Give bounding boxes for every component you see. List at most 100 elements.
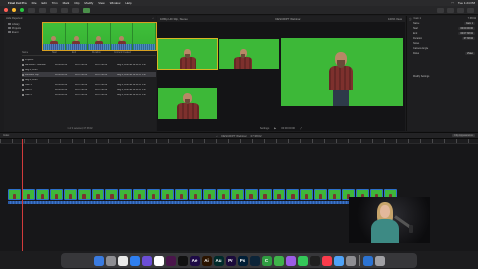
wifi-icon[interactable]: ◠ bbox=[451, 1, 454, 5]
lightroom-icon[interactable] bbox=[249, 255, 260, 266]
premiere-icon[interactable]: Pr bbox=[225, 255, 236, 266]
disclosure-icon[interactable] bbox=[22, 83, 24, 86]
obs-icon[interactable] bbox=[309, 255, 320, 266]
finder-icon[interactable] bbox=[93, 255, 104, 266]
menu-window[interactable]: Window bbox=[110, 1, 121, 5]
inspector-value[interactable]: 00:07:38:02 bbox=[458, 32, 475, 35]
column-header-created[interactable]: Content Created bbox=[114, 52, 144, 55]
chrome-icon[interactable] bbox=[117, 255, 128, 266]
browser-filter[interactable]: Hide Rejected bbox=[6, 17, 22, 20]
share-button[interactable] bbox=[467, 7, 474, 13]
inspector-value[interactable]: Cam 1 bbox=[463, 22, 475, 25]
audio-track[interactable] bbox=[8, 201, 397, 204]
timeline-clip[interactable] bbox=[119, 189, 133, 200]
timeline-clip[interactable] bbox=[230, 189, 244, 200]
timeline-clip[interactable] bbox=[49, 189, 63, 200]
viewer-settings-button[interactable]: Settings bbox=[260, 127, 269, 130]
angle-viewer-cam-2[interactable] bbox=[219, 39, 279, 69]
timeline-clip[interactable] bbox=[300, 189, 314, 200]
photos-audio-button[interactable] bbox=[39, 7, 46, 13]
timeline-clip[interactable] bbox=[258, 189, 272, 200]
folder-icon[interactable] bbox=[362, 255, 373, 266]
timeline-clip[interactable] bbox=[328, 189, 342, 200]
disclosure-icon[interactable] bbox=[22, 78, 24, 81]
timeline-clip[interactable] bbox=[286, 189, 300, 200]
zoom-window-button[interactable] bbox=[20, 8, 24, 12]
disclosure-icon[interactable] bbox=[22, 88, 24, 91]
inspector-value[interactable]: Video bbox=[464, 52, 475, 55]
menu-help[interactable]: Help bbox=[125, 1, 131, 5]
column-header-start[interactable]: Start bbox=[52, 52, 72, 55]
timeline-clip[interactable] bbox=[188, 189, 202, 200]
background-tasks-button[interactable] bbox=[83, 7, 90, 13]
timeline-clip[interactable] bbox=[77, 189, 91, 200]
minimize-window-button[interactable] bbox=[12, 8, 16, 12]
audition-icon[interactable]: Au bbox=[213, 255, 224, 266]
keyword-button[interactable] bbox=[72, 7, 79, 13]
timeline-clip[interactable] bbox=[161, 189, 175, 200]
timeline-toggle-button[interactable] bbox=[447, 7, 454, 13]
modify-settings-button[interactable]: Modify Settings bbox=[413, 75, 429, 78]
viewer-zoom[interactable]: 100% bbox=[388, 17, 395, 21]
launchpad-icon[interactable] bbox=[105, 255, 116, 266]
clip-appearance-button[interactable]: Clip Appearance bbox=[451, 134, 475, 137]
disclosure-icon[interactable] bbox=[22, 93, 24, 96]
menu-modify[interactable]: Modify bbox=[84, 1, 93, 5]
viewer-view-menu[interactable]: View bbox=[396, 17, 402, 21]
menu-trim[interactable]: Trim bbox=[52, 1, 58, 5]
final-cut-icon[interactable] bbox=[177, 255, 188, 266]
timeline-back-icon[interactable]: ‹ bbox=[216, 134, 217, 138]
menu-app-name[interactable]: Final Cut Pro bbox=[8, 1, 27, 5]
timeline-clip[interactable] bbox=[244, 189, 258, 200]
timeline-clip[interactable] bbox=[91, 189, 105, 200]
timeline-clip[interactable] bbox=[272, 189, 286, 200]
timeline-index-button[interactable]: Index bbox=[3, 134, 9, 137]
info-tab-icon[interactable]: ⓘ bbox=[409, 17, 412, 21]
descript-icon[interactable] bbox=[273, 255, 284, 266]
titles-generators-button[interactable] bbox=[50, 7, 57, 13]
messages-icon[interactable] bbox=[297, 255, 308, 266]
column-header-end[interactable]: End bbox=[72, 52, 92, 55]
timeline-clip[interactable] bbox=[105, 189, 119, 200]
inspector-toggle-button[interactable] bbox=[457, 7, 464, 13]
program-viewer[interactable] bbox=[281, 38, 403, 106]
menu-mark[interactable]: Mark bbox=[63, 1, 70, 5]
slack-icon[interactable] bbox=[165, 255, 176, 266]
libraries-toggle-button[interactable] bbox=[28, 7, 35, 13]
inspector-value[interactable]: 07:38:02 bbox=[461, 37, 475, 40]
timeline-clip[interactable] bbox=[35, 189, 49, 200]
disclosure-icon[interactable] bbox=[22, 73, 24, 76]
photos-icon[interactable] bbox=[153, 255, 164, 266]
menu-clock[interactable]: Tue 1:24 PM bbox=[458, 1, 475, 5]
timeline-clip[interactable] bbox=[133, 189, 147, 200]
photoshop-icon[interactable]: Ps bbox=[237, 255, 248, 266]
angle-viewer-cam-1[interactable] bbox=[157, 38, 218, 70]
import-button[interactable] bbox=[61, 7, 68, 13]
fullscreen-icon[interactable]: ⤢ bbox=[300, 127, 302, 130]
safari-icon[interactable] bbox=[129, 255, 140, 266]
trash-icon[interactable] bbox=[374, 255, 385, 266]
sidebar-item-event[interactable]: Event bbox=[8, 30, 41, 34]
browser-toggle-button[interactable] bbox=[437, 7, 444, 13]
music-icon[interactable] bbox=[321, 255, 332, 266]
timeline-clip[interactable] bbox=[63, 189, 77, 200]
settings-icon[interactable] bbox=[345, 255, 356, 266]
timeline-clip[interactable] bbox=[147, 189, 161, 200]
column-header-name[interactable]: Name bbox=[22, 52, 52, 55]
timeline-clip[interactable] bbox=[314, 189, 328, 200]
illustrator-icon[interactable]: Ai bbox=[201, 255, 212, 266]
menu-edit[interactable]: Edit bbox=[42, 1, 47, 5]
disclosure-icon[interactable] bbox=[22, 58, 24, 61]
imovie-icon[interactable] bbox=[141, 255, 152, 266]
menu-view[interactable]: View bbox=[98, 1, 104, 5]
list-item[interactable]: Cam 3 00:00:00:00 00:07:38:02 00:07:38:02 Au… bbox=[22, 92, 156, 97]
disclosure-icon[interactable] bbox=[22, 63, 24, 66]
play-button-icon[interactable]: ▶ bbox=[274, 127, 276, 130]
playhead[interactable] bbox=[22, 139, 23, 251]
preview-icon[interactable] bbox=[333, 255, 344, 266]
angle-viewer-cam-3[interactable] bbox=[158, 88, 217, 119]
column-header-duration[interactable]: Duration bbox=[92, 52, 114, 55]
timeline-clip[interactable] bbox=[175, 189, 188, 200]
browser-search-icon[interactable]: ⌕ bbox=[153, 17, 154, 20]
timeline-clip[interactable] bbox=[216, 189, 230, 200]
